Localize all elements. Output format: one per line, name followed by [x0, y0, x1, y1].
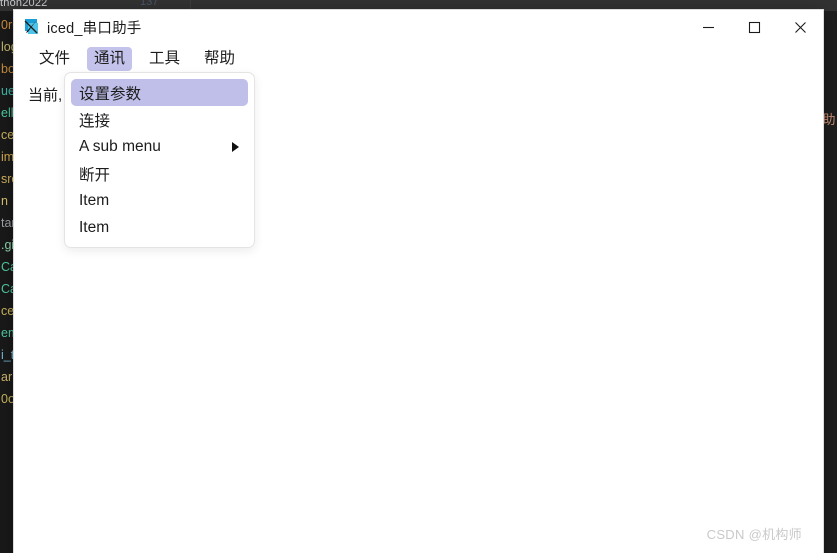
dropdown-item-5[interactable]: Item [71, 187, 248, 214]
window-title: iced_串口助手 [47, 20, 142, 37]
dropdown-item-label: Item [79, 218, 110, 236]
dropdown-item-3[interactable]: A sub menu [71, 133, 248, 160]
editor-title-text: thon2022 [0, 0, 48, 9]
menubar-item-4[interactable]: 帮助 [197, 47, 242, 71]
dropdown-item-label: 连接 [79, 112, 111, 130]
dropdown-item-2[interactable]: 连接 [71, 106, 248, 133]
dropdown-menu-tongxun[interactable]: 设置参数连接 A sub menu 断开 Item Item [64, 72, 255, 248]
dropdown-item-4[interactable]: 断开 [71, 160, 248, 187]
menu-bar: 文件 通讯 工具 帮助 [14, 44, 823, 74]
editor-tab-number: 137 [140, 0, 159, 8]
dropdown-item-6[interactable]: Item [71, 214, 248, 241]
dropdown-item-label: Item [79, 191, 110, 209]
dropdown-item-label: 断开 [79, 166, 111, 184]
minimize-icon [702, 26, 714, 28]
menubar-item-3[interactable]: 工具 [142, 47, 187, 71]
menubar-item-1[interactable]: 文件 [32, 47, 77, 71]
chevron-right-icon [232, 141, 239, 152]
dropdown-item-label: A sub menu [79, 137, 161, 155]
window-titlebar[interactable]: iced_串口助手 [14, 10, 823, 44]
maximize-button[interactable] [731, 10, 777, 44]
watermark: CSDN @机构师 [706, 527, 802, 542]
pen-icon [24, 20, 38, 34]
close-button[interactable] [777, 10, 823, 44]
window-controls [685, 10, 823, 44]
close-icon [794, 21, 806, 33]
menubar-item-2[interactable]: 通讯 [87, 47, 133, 71]
maximize-icon [748, 21, 760, 33]
dropdown-item-1[interactable]: 设置参数 [71, 79, 248, 106]
screenshot-root: thon2022 137 0ru log bo ue ell ce0 im src n tar .g… [0, 0, 837, 553]
dropdown-item-label: 设置参数 [79, 85, 142, 103]
minimize-button[interactable] [685, 10, 731, 44]
app-window: iced_串口助手 文件 通讯 工具 帮助 当前, 设置参数 连接 A sub … [14, 10, 823, 553]
app-icon [23, 19, 39, 35]
